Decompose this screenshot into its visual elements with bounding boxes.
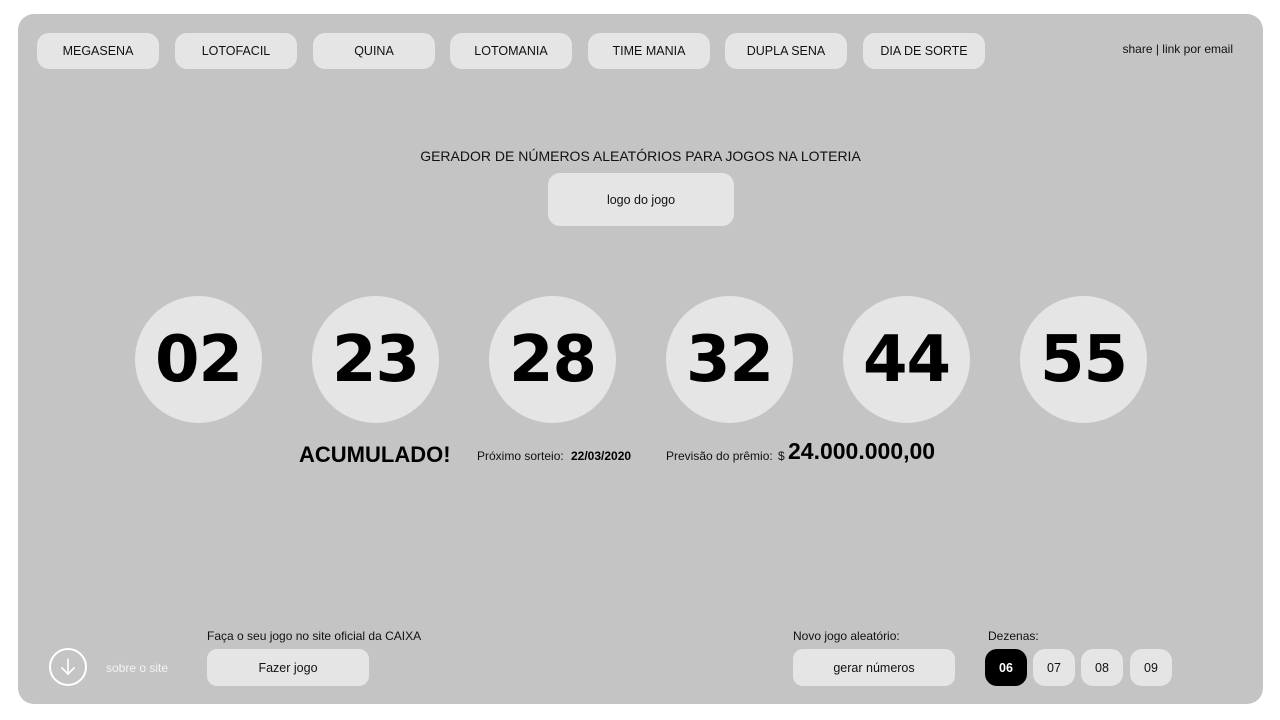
dezenas-option-09[interactable]: 09	[1130, 649, 1172, 686]
caixa-label: Faça o seu jogo no site oficial da CAIXA	[207, 629, 422, 643]
prize-currency: $	[778, 449, 785, 463]
dezenas-option-07[interactable]: 07	[1033, 649, 1075, 686]
number-ball: 28	[489, 296, 616, 423]
prize-label: Previsão do prêmio:	[666, 449, 773, 463]
nav-diadesorte-button[interactable]: DIA DE SORTE	[863, 33, 985, 69]
prize-value: 24.000.000,00	[788, 438, 936, 464]
number-ball: 55	[1020, 296, 1147, 423]
nav-timemania-button[interactable]: TIME MANIA	[588, 33, 710, 69]
next-draw-date: 22/03/2020	[571, 449, 632, 463]
number-ball: 32	[666, 296, 793, 423]
fazer-jogo-button[interactable]: Fazer jogo	[207, 649, 369, 686]
number-ball: 23	[312, 296, 439, 423]
random-game-label: Novo jogo aleatório:	[793, 629, 900, 643]
nav-quina-button[interactable]: QUINA	[313, 33, 435, 69]
nav-megasena-button[interactable]: MEGASENA	[37, 33, 159, 69]
nav-lotomania-button[interactable]: LOTOMANIA	[450, 33, 572, 69]
share-link[interactable]: share | link por email	[1123, 42, 1234, 56]
page-title: GERADOR DE NÚMEROS ALEATÓRIOS PARA JOGOS…	[420, 148, 861, 164]
generate-numbers-button[interactable]: gerar números	[793, 649, 955, 686]
about-scroll-button[interactable]	[49, 648, 87, 686]
number-ball: 02	[135, 296, 262, 423]
app-frame: MEGASENA LOTOFACIL QUINA LOTOMANIA TIME …	[18, 14, 1263, 704]
dezenas-option-08[interactable]: 08	[1081, 649, 1123, 686]
arrow-down-circle-icon	[61, 658, 75, 675]
nav-duplasena-button[interactable]: DUPLA SENA	[725, 33, 847, 69]
number-ball: 44	[843, 296, 970, 423]
nav-lotofacil-button[interactable]: LOTOFACIL	[175, 33, 297, 69]
accumulated-status: ACUMULADO!	[299, 442, 451, 467]
game-logo: logo do jogo	[548, 173, 734, 226]
about-link[interactable]: sobre o site	[106, 661, 168, 675]
next-draw-label: Próximo sorteio:	[477, 449, 564, 463]
dezenas-option-06[interactable]: 06	[985, 649, 1027, 686]
dezenas-label: Dezenas:	[988, 629, 1039, 643]
